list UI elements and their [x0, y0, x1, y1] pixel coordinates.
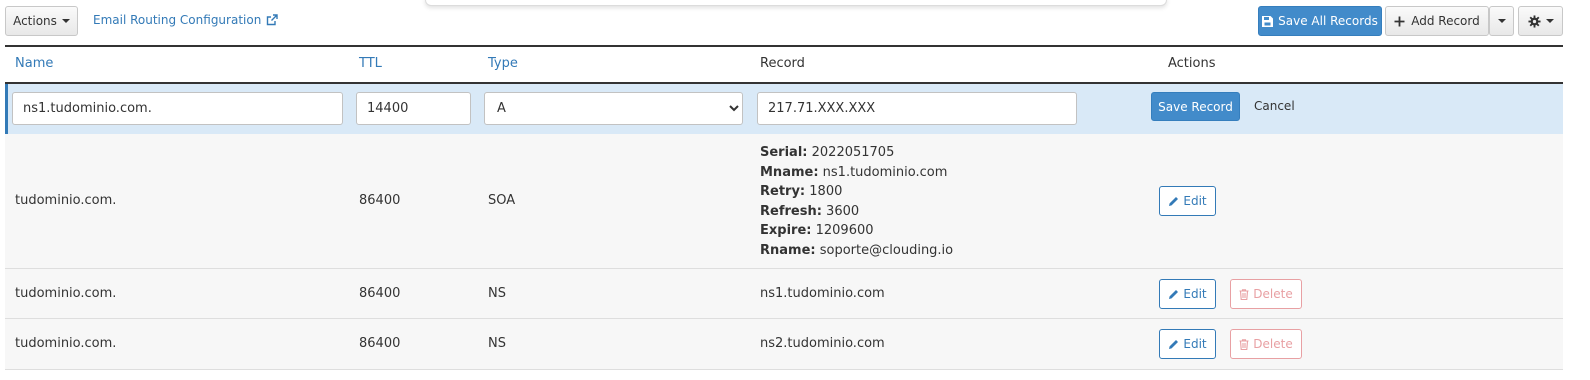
row-record: ns2.tudominio.com: [760, 336, 885, 351]
soa-value: 3600: [826, 203, 860, 219]
soa-value: soporte@clouding.io: [819, 242, 954, 258]
soa-value: 1209600: [815, 223, 874, 239]
row-name: tudominio.com.: [15, 286, 117, 301]
caret-down-icon: [61, 19, 70, 23]
edit-button[interactable]: Edit: [1159, 186, 1216, 216]
soa-retry: Retry: 1800: [760, 182, 953, 202]
plus-icon: [1394, 16, 1405, 27]
soa-key: Serial:: [760, 145, 808, 160]
row-type: SOA: [488, 193, 516, 208]
caret-down-icon: [1497, 19, 1506, 23]
row-type: NS: [488, 286, 506, 301]
soa-key: Expire:: [760, 223, 812, 239]
edit-label: Edit: [1183, 337, 1207, 351]
row-name: tudominio.com.: [15, 336, 117, 351]
caret-down-icon: [1545, 19, 1554, 23]
delete-button[interactable]: Delete: [1230, 329, 1302, 359]
soa-expire: Expire: 1209600: [760, 221, 953, 241]
pencil-icon: [1168, 289, 1179, 300]
column-header-name[interactable]: Name: [15, 56, 53, 71]
save-all-records-button[interactable]: Save All Records: [1258, 6, 1382, 36]
table-top-rule: [5, 45, 1563, 47]
add-record-label: Add Record: [1411, 14, 1480, 28]
row-type: NS: [488, 336, 506, 351]
soa-record-details: Serial: 2022051705 Mname: ns1.tudominio.…: [760, 143, 953, 261]
soa-value: 1800: [809, 184, 843, 200]
soa-key: Refresh:: [760, 203, 822, 219]
external-link-icon: [266, 14, 279, 26]
pencil-icon: [1168, 196, 1179, 207]
soa-refresh: Refresh: 3600: [760, 202, 953, 222]
settings-dropdown-button[interactable]: [1518, 6, 1563, 36]
name-input[interactable]: [12, 92, 343, 125]
actions-label: Actions: [13, 14, 57, 28]
column-header-ttl[interactable]: TTL: [359, 56, 382, 71]
save-record-label: Save Record: [1158, 99, 1233, 114]
save-record-button[interactable]: Save Record: [1151, 92, 1240, 121]
add-record-button[interactable]: Add Record: [1385, 6, 1489, 36]
actions-dropdown-button[interactable]: Actions: [5, 6, 78, 36]
column-header-record: Record: [760, 56, 805, 71]
delete-label: Delete: [1253, 287, 1293, 301]
top-popover: [425, 0, 1167, 6]
column-header-actions: Actions: [1168, 56, 1216, 71]
edit-button[interactable]: Edit: [1159, 329, 1216, 359]
type-select[interactable]: A: [484, 92, 743, 125]
soa-mname: Mname: ns1.tudominio.com: [760, 163, 953, 183]
soa-value: 2022051705: [811, 145, 895, 160]
column-header-type[interactable]: Type: [488, 56, 518, 71]
row-ttl: 86400: [359, 336, 401, 351]
save-all-label: Save All Records: [1278, 14, 1378, 28]
soa-serial: Serial: 2022051705: [760, 143, 953, 163]
soa-key: Mname:: [760, 164, 819, 180]
trash-icon: [1239, 338, 1249, 350]
delete-button[interactable]: Delete: [1230, 279, 1302, 309]
soa-rname: Rname: soporte@clouding.io: [760, 241, 953, 261]
delete-label: Delete: [1253, 337, 1293, 351]
edit-label: Edit: [1183, 194, 1207, 208]
save-icon: [1262, 15, 1274, 27]
soa-value: ns1.tudominio.com: [822, 164, 948, 180]
record-input[interactable]: [757, 92, 1077, 125]
add-record-dropdown-toggle[interactable]: [1489, 6, 1514, 36]
ttl-input[interactable]: [356, 92, 471, 125]
gear-icon: [1527, 14, 1541, 28]
soa-key: Retry:: [760, 184, 806, 200]
row-ttl: 86400: [359, 193, 401, 208]
row-name: tudominio.com.: [15, 193, 117, 208]
row-ttl: 86400: [359, 286, 401, 301]
email-routing-link[interactable]: Email Routing Configuration: [93, 13, 279, 27]
row-record: ns1.tudominio.com: [760, 286, 885, 301]
pencil-icon: [1168, 339, 1179, 350]
edit-button[interactable]: Edit: [1159, 279, 1216, 309]
soa-key: Rname:: [760, 242, 816, 258]
trash-icon: [1239, 288, 1249, 300]
edit-label: Edit: [1183, 287, 1207, 301]
cancel-link[interactable]: Cancel: [1254, 99, 1295, 113]
email-routing-label: Email Routing Configuration: [93, 13, 262, 27]
